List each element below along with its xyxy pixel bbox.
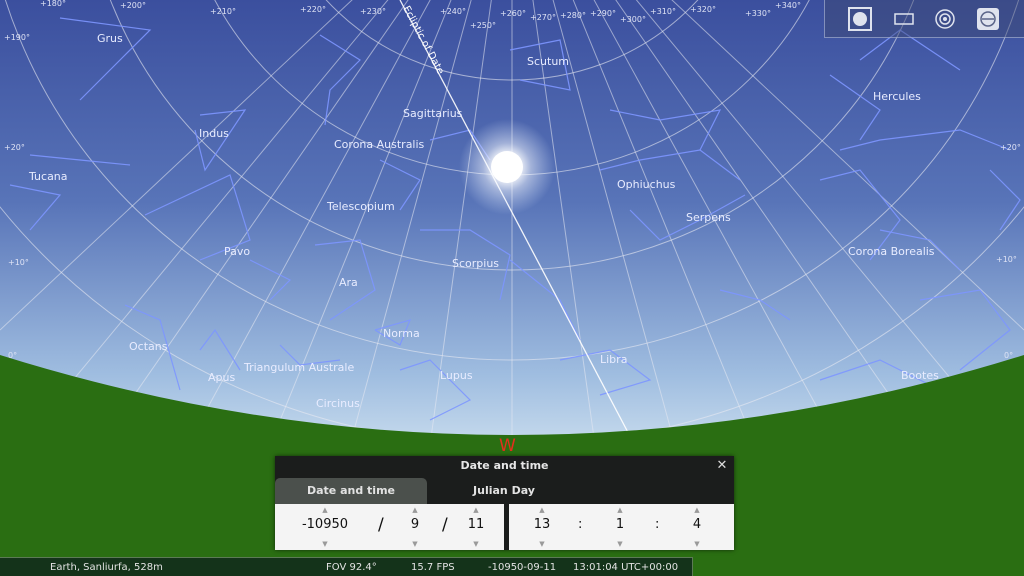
- status-bar: Earth, Sanliurfa, 528m FOV 92.4° 15.7 FP…: [0, 557, 693, 576]
- constellation-label[interactable]: Tucana: [28, 170, 68, 183]
- date-text[interactable]: -10950-09-11: [488, 562, 556, 573]
- grid-label: +230°: [360, 7, 386, 16]
- day-spinbox[interactable]: ▲ 11 ▼: [461, 504, 491, 550]
- month-down-arrow[interactable]: ▼: [400, 540, 430, 548]
- hour-spinbox[interactable]: ▲ 13 ▼: [527, 504, 557, 550]
- constellation-label[interactable]: Indus: [199, 127, 229, 140]
- tab-date-and-time[interactable]: Date and time: [275, 478, 427, 504]
- grid-label: +300°: [620, 15, 646, 24]
- month-spinbox[interactable]: ▲ 9 ▼: [400, 504, 430, 550]
- constellation-label[interactable]: Circinus: [316, 397, 360, 410]
- grid-label: +200°: [120, 1, 146, 10]
- constellation-label[interactable]: Corona Australis: [334, 138, 425, 151]
- fov-text: FOV 92.4°: [326, 562, 377, 573]
- constellation-label[interactable]: Scutum: [527, 55, 569, 68]
- constellation-label[interactable]: Ara: [339, 276, 358, 289]
- date-separator: /: [378, 515, 384, 535]
- grid-label: +330°: [745, 9, 771, 18]
- fps-text: 15.7 FPS: [411, 562, 455, 573]
- day-value[interactable]: 11: [461, 517, 491, 532]
- grid-label: +210°: [210, 7, 236, 16]
- grid-label: +260°: [500, 9, 526, 18]
- grid-label: +280°: [560, 11, 586, 20]
- constellation-label[interactable]: Octans: [129, 340, 168, 353]
- grid-label: +10°: [996, 255, 1017, 264]
- compass-west: W: [499, 436, 516, 456]
- hour-up-arrow[interactable]: ▲: [527, 506, 557, 514]
- month-value[interactable]: 9: [400, 517, 430, 532]
- ground-toggle-icon[interactable]: [847, 7, 873, 31]
- compass-icon[interactable]: [975, 7, 1001, 31]
- grid-label: +290°: [590, 9, 616, 18]
- constellation-label[interactable]: Norma: [383, 327, 420, 340]
- constellation-label[interactable]: Libra: [600, 353, 627, 366]
- grid-label: +220°: [300, 5, 326, 14]
- grid-label: +270°: [530, 13, 556, 22]
- grid-label: +250°: [470, 21, 496, 30]
- constellation-label[interactable]: Scorpius: [452, 257, 499, 270]
- grid-label: +310°: [650, 7, 676, 16]
- year-spinbox[interactable]: ▲ -10950 ▼: [285, 504, 365, 550]
- month-up-arrow[interactable]: ▲: [400, 506, 430, 514]
- grid-label: +340°: [775, 1, 801, 10]
- grid-label: +190°: [4, 33, 30, 42]
- constellation-label[interactable]: Pavo: [224, 245, 250, 258]
- constellation-label[interactable]: Hercules: [873, 90, 921, 103]
- hour-value[interactable]: 13: [527, 517, 557, 532]
- day-down-arrow[interactable]: ▼: [461, 540, 491, 548]
- atmosphere-icon[interactable]: [932, 7, 958, 31]
- date-separator: /: [442, 515, 448, 535]
- grid-label: +180°: [40, 0, 66, 8]
- constellation-label[interactable]: Ophiuchus: [617, 178, 676, 191]
- year-value[interactable]: -10950: [285, 517, 365, 532]
- constellation-label[interactable]: Bootes: [901, 369, 939, 382]
- minute-down-arrow[interactable]: ▼: [605, 540, 635, 548]
- close-icon[interactable]: ✕: [714, 458, 730, 474]
- date-time-fields: ▲ -10950 ▼ / ▲ 9 ▼ / ▲ 11 ▼ ▲ 13 ▼ : ▲ 1…: [275, 504, 734, 550]
- minute-up-arrow[interactable]: ▲: [605, 506, 635, 514]
- constellation-label[interactable]: Apus: [208, 371, 235, 384]
- day-up-arrow[interactable]: ▲: [461, 506, 491, 514]
- date-time-divider: [504, 504, 509, 550]
- time-separator: :: [578, 517, 583, 532]
- constellation-label[interactable]: Sagittarius: [403, 107, 463, 120]
- second-down-arrow[interactable]: ▼: [682, 540, 712, 548]
- second-spinbox[interactable]: ▲ 4 ▼: [682, 504, 712, 550]
- time-separator: :: [655, 517, 660, 532]
- hour-down-arrow[interactable]: ▼: [527, 540, 557, 548]
- year-up-arrow[interactable]: ▲: [285, 506, 365, 514]
- grid-label: 0°: [1004, 351, 1013, 360]
- grid-label: +10°: [8, 258, 29, 267]
- constellation-label[interactable]: Lupus: [440, 369, 473, 382]
- grid-label: +20°: [4, 143, 25, 152]
- grid-label: +240°: [440, 7, 466, 16]
- second-value[interactable]: 4: [682, 517, 712, 532]
- year-down-arrow[interactable]: ▼: [285, 540, 365, 548]
- minute-value[interactable]: 1: [605, 517, 635, 532]
- constellation-label[interactable]: Grus: [97, 32, 123, 45]
- grid-label: +20°: [1000, 143, 1021, 152]
- constellation-label[interactable]: Serpens: [686, 211, 731, 224]
- tab-julian-day[interactable]: Julian Day: [433, 478, 575, 504]
- minute-spinbox[interactable]: ▲ 1 ▼: [605, 504, 635, 550]
- constellation-label[interactable]: Corona Borealis: [848, 245, 935, 258]
- constellation-label[interactable]: Telescopium: [326, 200, 395, 213]
- location-text[interactable]: Earth, Sanliurfa, 528m: [50, 562, 163, 573]
- time-text[interactable]: 13:01:04 UTC+00:00: [573, 562, 678, 573]
- view-toolbar: [824, 0, 1024, 38]
- grid-label: +320°: [690, 5, 716, 14]
- date-time-dialog: Date and time ✕ Date and time Julian Day…: [275, 456, 734, 550]
- second-up-arrow[interactable]: ▲: [682, 506, 712, 514]
- grid-icon[interactable]: [891, 7, 917, 31]
- dialog-title[interactable]: Date and time: [275, 456, 734, 476]
- sun[interactable]: [491, 151, 523, 183]
- constellation-label[interactable]: Triangulum Australe: [243, 361, 354, 374]
